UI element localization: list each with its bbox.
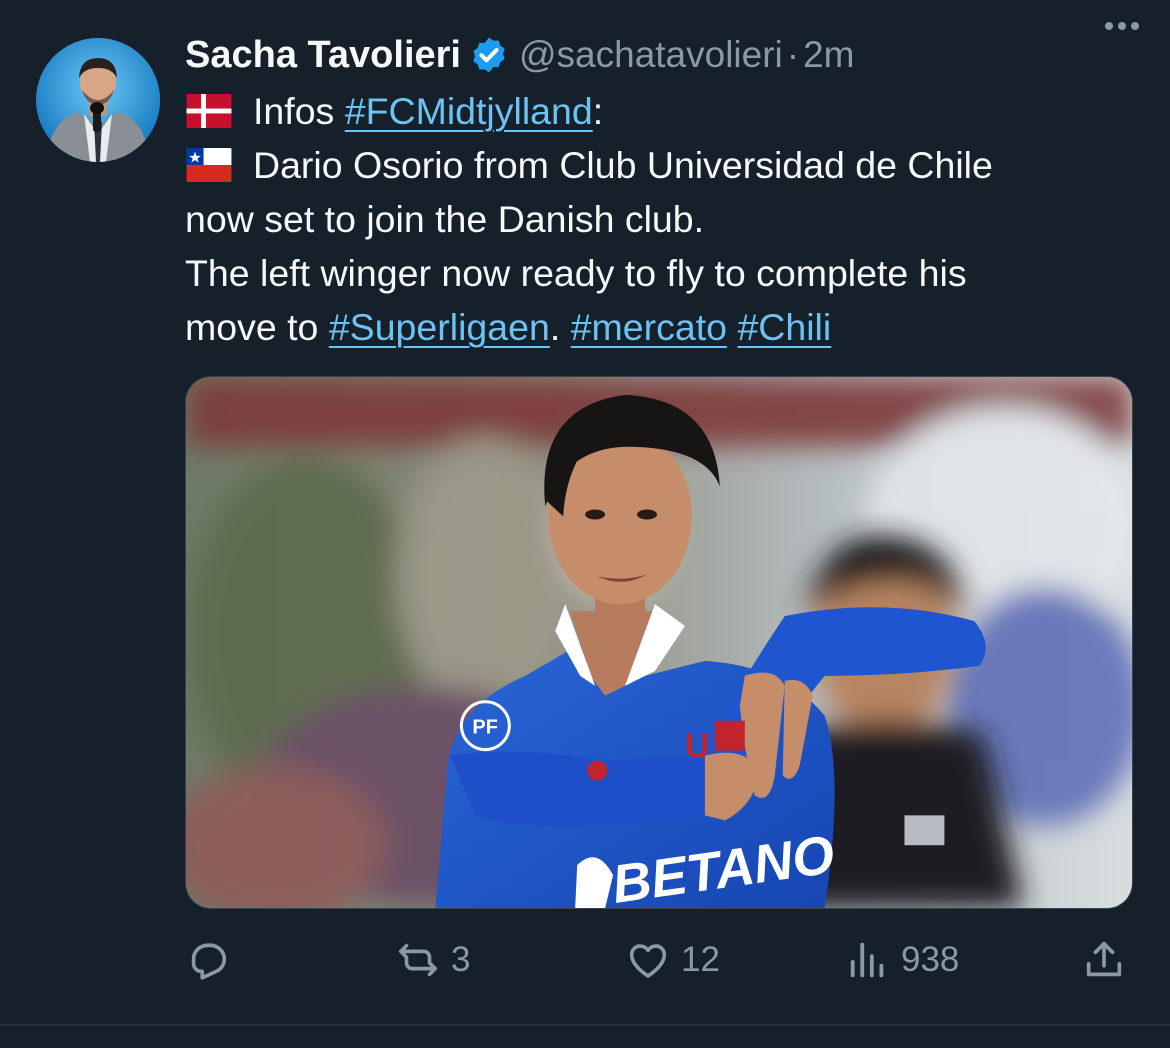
tweet-header: Sacha Tavolieri @sachatavolieri · 2m (185, 30, 1145, 80)
tweet[interactable]: Sacha Tavolieri @sachatavolieri · 2m Inf… (0, 0, 1170, 1048)
separator-dot: · (786, 34, 800, 75)
repost-icon (398, 943, 438, 977)
hashtag-chili[interactable]: #Chili (737, 306, 831, 348)
like-button[interactable]: 12 (625, 930, 720, 990)
period: . (549, 306, 561, 348)
action-bar: 3 12 938 (185, 930, 1135, 990)
share-icon (1086, 941, 1122, 977)
share-button[interactable] (1081, 930, 1127, 990)
text-line-4: The left winger now ready to fly to comp… (185, 252, 967, 294)
heart-icon (629, 944, 667, 978)
chile-flag-icon (185, 148, 233, 182)
repost-count: 3 (451, 940, 471, 979)
text-line-2-content: Dario Osorio from Club Universidad de Ch… (253, 144, 993, 186)
more-options-icon[interactable] (1098, 8, 1146, 44)
author-handle[interactable]: @sachatavolieri (519, 34, 783, 76)
infos-label: Infos (253, 90, 335, 132)
views-button[interactable]: 938 (845, 930, 959, 990)
views-count: 938 (901, 940, 960, 979)
text-line-5-content: move to (185, 306, 319, 348)
text-line-1: Infos #FCMidtjylland: (185, 84, 1135, 138)
hashtag-superligaen[interactable]: #Superligaen (329, 306, 550, 348)
svg-text:U: U (685, 728, 710, 766)
text-line-3: now set to join the Danish club. (185, 198, 705, 240)
hashtag-fcmidtjylland[interactable]: #FCMidtjylland (345, 90, 593, 132)
colon: : (592, 90, 604, 132)
text-line-5: move to #Superligaen. #mercato #Chili (185, 300, 1135, 354)
badge-text: PF (472, 717, 498, 739)
tweet-photo[interactable]: U PF BETANO (185, 376, 1133, 909)
tweet-text: Infos #FCMidtjylland: Dario Osorio from … (185, 84, 1135, 354)
verified-badge-icon (469, 35, 509, 75)
denmark-flag-icon (185, 94, 233, 128)
reply-button[interactable] (185, 930, 241, 990)
hashtag-mercato[interactable]: #mercato (571, 306, 727, 348)
divider (0, 1024, 1170, 1026)
views-icon (850, 942, 884, 978)
like-count: 12 (681, 940, 720, 979)
timestamp[interactable]: 2m (803, 34, 854, 76)
repost-button[interactable]: 3 (395, 930, 470, 990)
avatar[interactable] (36, 38, 160, 162)
text-line-2: Dario Osorio from Club Universidad de Ch… (185, 138, 1135, 192)
reply-icon (191, 943, 227, 980)
author-name[interactable]: Sacha Tavolieri (185, 34, 461, 77)
